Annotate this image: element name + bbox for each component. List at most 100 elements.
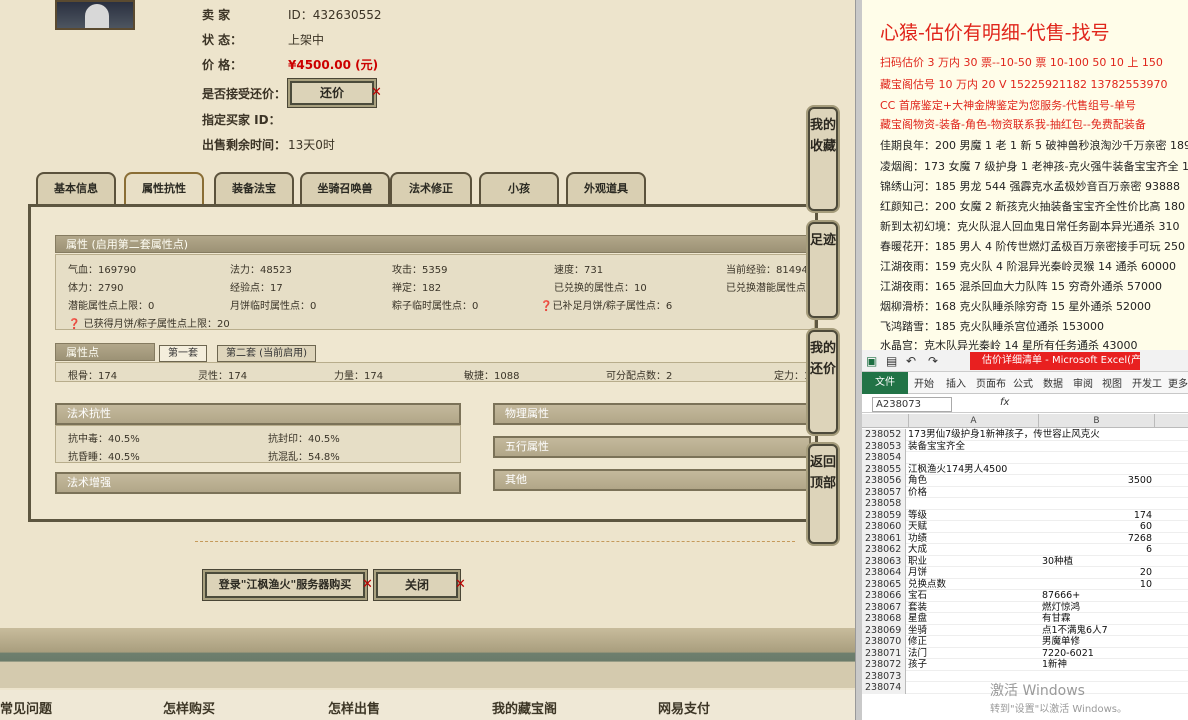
cell-a[interactable]: 月饼 xyxy=(908,567,927,579)
save-icon[interactable]: ▤ xyxy=(886,354,900,368)
ribbon-tab-file[interactable]: 文件 xyxy=(862,372,908,394)
cell-b[interactable]: 7268 xyxy=(1042,533,1152,545)
ribbon-tab-data[interactable]: 数据 xyxy=(1043,375,1063,390)
cell-b[interactable]: 30种植 xyxy=(1042,556,1073,568)
row-number[interactable]: 238068 xyxy=(862,613,906,625)
row-number[interactable]: 238067 xyxy=(862,601,906,613)
sheet-row[interactable]: 238063 职业 30种植 xyxy=(862,555,1188,568)
cell-a[interactable]: 功绩 xyxy=(908,533,927,545)
other-section-title[interactable]: 其他 xyxy=(493,469,811,491)
ribbon-tab-more[interactable]: 更多 xyxy=(1168,375,1188,390)
cell-b[interactable]: 燃灯惊鸿 xyxy=(1042,602,1080,614)
cell-b[interactable]: 174 xyxy=(1042,510,1152,522)
cell-a[interactable]: 173男仙7级护身1新神孩子，传世容止风克火 xyxy=(908,429,1100,441)
ribbon-tab-home[interactable]: 开始 xyxy=(914,375,934,390)
row-number[interactable]: 238061 xyxy=(862,532,906,544)
sheet-row[interactable]: 238065 兑换点数 10 xyxy=(862,578,1188,591)
close-button[interactable]: 关闭 xyxy=(376,572,458,598)
side-my-offers-button[interactable]: 我的还价 xyxy=(808,330,838,434)
cell-a[interactable]: 天赋 xyxy=(908,521,927,533)
cell-a[interactable]: 等级 xyxy=(908,510,927,522)
counter-offer-button[interactable]: 还价 xyxy=(290,81,374,105)
row-number[interactable]: 238054 xyxy=(862,452,906,464)
cell-a[interactable]: 宝石 xyxy=(908,590,927,602)
cell-b[interactable]: 点1不满鬼6人7 xyxy=(1042,625,1108,637)
tab-child[interactable]: 小孩 xyxy=(479,172,559,204)
name-box[interactable]: A238073 xyxy=(872,397,952,412)
cell-b[interactable]: 6 xyxy=(1042,544,1152,556)
login-server-buy-button[interactable]: 登录"江枫渔火"服务器购买 xyxy=(205,572,365,598)
row-number[interactable]: 238060 xyxy=(862,521,906,533)
footer-faq-link[interactable]: 常见问题 xyxy=(0,698,52,717)
sheet-row[interactable]: 238068 星盘 有甘霖 xyxy=(862,613,1188,625)
sheet-row[interactable]: 238069 坐骑 点1不满鬼6人7 xyxy=(862,624,1188,637)
sheet-row[interactable]: 238072 孩子 1新神 xyxy=(862,659,1188,671)
cell-a[interactable]: 修正 xyxy=(908,636,927,648)
row-number[interactable]: 238052 xyxy=(862,429,906,441)
tab-mounts[interactable]: 坐骑召唤兽 xyxy=(300,172,390,204)
cell-a[interactable]: 大成 xyxy=(908,544,927,556)
cell-a[interactable]: 套装 xyxy=(908,602,927,614)
ribbon-tab-layout[interactable]: 页面布 xyxy=(976,375,1006,390)
cell-b[interactable]: 20 xyxy=(1042,567,1152,579)
row-number[interactable]: 238065 xyxy=(862,578,906,590)
sheet-row[interactable]: 238062 大成 6 xyxy=(862,544,1188,556)
side-footprint-button[interactable]: 足迹 xyxy=(808,222,838,318)
row-number[interactable]: 238071 xyxy=(862,647,906,659)
subtab-set-2[interactable]: 第二套 (当前启用) xyxy=(217,345,316,362)
cell-a[interactable]: 兑换点数 xyxy=(908,579,946,591)
sheet-row[interactable]: 238057 价格 xyxy=(862,486,1188,498)
fx-icon[interactable]: fx xyxy=(1000,397,1009,408)
row-number[interactable]: 238062 xyxy=(862,544,906,556)
tab-attributes[interactable]: 属性抗性 xyxy=(124,172,204,204)
cell-b[interactable]: 3500 xyxy=(1042,475,1152,487)
sheet-row[interactable]: 238071 法门 7220-6021 xyxy=(862,647,1188,660)
tab-equipment[interactable]: 装备法宝 xyxy=(214,172,294,204)
footer-how-to-buy-link[interactable]: 怎样购买 xyxy=(163,698,215,717)
ribbon-tab-review[interactable]: 审阅 xyxy=(1073,375,1093,390)
cell-a[interactable]: 孩子 xyxy=(908,659,927,671)
cell-b[interactable]: 7220-6021 xyxy=(1042,648,1094,660)
window-divider[interactable] xyxy=(855,0,862,720)
cell-a[interactable]: 角色 xyxy=(908,475,927,487)
tab-basic-info[interactable]: 基本信息 xyxy=(36,172,116,204)
physical-section-title[interactable]: 物理属性 xyxy=(493,403,811,425)
row-number[interactable]: 238073 xyxy=(862,670,906,682)
footer-netease-pay-link[interactable]: 网易支付 xyxy=(658,698,710,717)
cell-b[interactable]: 1新神 xyxy=(1042,659,1067,671)
cell-a[interactable]: 职业 xyxy=(908,556,927,568)
row-number[interactable]: 238070 xyxy=(862,636,906,648)
undo-icon[interactable]: ↶ xyxy=(906,354,920,368)
subtab-set-1[interactable]: 第一套 xyxy=(159,345,207,362)
row-number[interactable]: 238059 xyxy=(862,509,906,521)
tab-appearance[interactable]: 外观道具 xyxy=(566,172,646,204)
footer-my-treasure-link[interactable]: 我的藏宝阁 xyxy=(492,698,557,717)
cell-a[interactable]: 坐骑 xyxy=(908,625,927,637)
ribbon-tab-view[interactable]: 视图 xyxy=(1102,375,1122,390)
cell-b[interactable]: 60 xyxy=(1042,521,1152,533)
row-number[interactable]: 238058 xyxy=(862,498,906,510)
cell-b[interactable]: 10 xyxy=(1042,579,1152,591)
cell-a[interactable]: 星盘 xyxy=(908,613,927,625)
sheet-row[interactable]: 238060 天赋 60 xyxy=(862,521,1188,533)
sheet-row[interactable]: 238055 江枫渔火174男人4500 xyxy=(862,463,1188,475)
side-favorites-button[interactable]: 我的收藏 xyxy=(808,107,838,211)
sheet-row[interactable]: 238061 功绩 7268 xyxy=(862,532,1188,545)
sheet-row[interactable]: 238053 装备宝宝齐全 xyxy=(862,440,1188,452)
sheet-row[interactable]: 238052 173男仙7级护身1新神孩子，传世容止风克火 xyxy=(862,429,1188,441)
row-number[interactable]: 238064 xyxy=(862,567,906,579)
sheet-row[interactable]: 238054 xyxy=(862,452,1188,464)
column-header-a[interactable]: A xyxy=(908,414,1038,428)
enhance-section-title[interactable]: 法术增强 xyxy=(55,472,461,494)
cell-b[interactable]: 有甘霖 xyxy=(1042,613,1071,625)
sheet-row[interactable]: 238066 宝石 87666+ xyxy=(862,590,1188,602)
redo-icon[interactable]: ↷ xyxy=(928,354,942,368)
cell-a[interactable]: 法门 xyxy=(908,648,927,660)
footer-how-to-sell-link[interactable]: 怎样出售 xyxy=(328,698,380,717)
sheet-row[interactable]: 238070 修正 男魔单修 xyxy=(862,636,1188,648)
sheet-row[interactable]: 238064 月饼 20 xyxy=(862,567,1188,579)
row-number[interactable]: 238057 xyxy=(862,486,906,498)
row-number[interactable]: 238074 xyxy=(862,682,906,694)
row-number[interactable]: 238072 xyxy=(862,659,906,671)
row-number[interactable]: 238055 xyxy=(862,463,906,475)
